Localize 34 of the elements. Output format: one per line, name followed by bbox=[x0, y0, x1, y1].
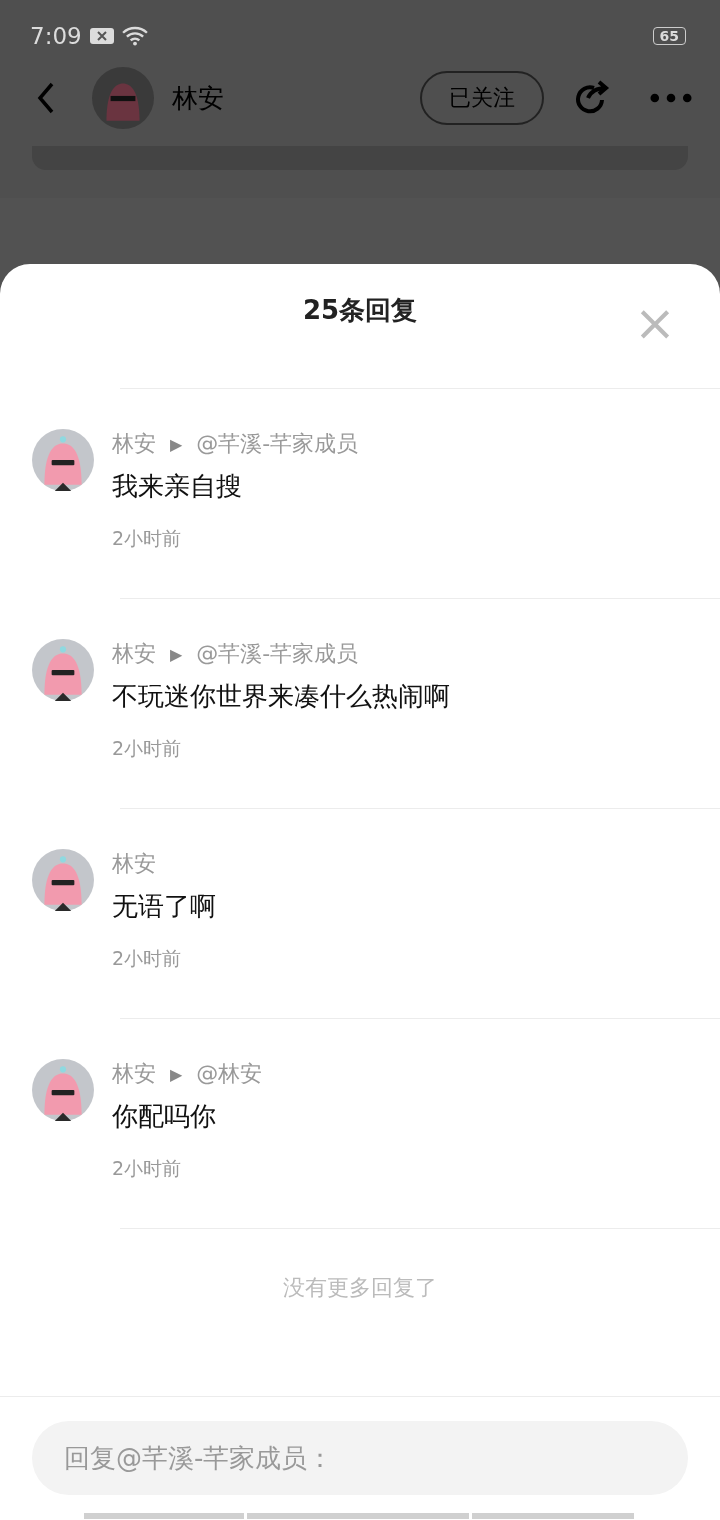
reply-time: 2小时前 bbox=[112, 736, 183, 761]
back-icon[interactable] bbox=[36, 81, 56, 115]
mention-name[interactable]: @芊溪-芊家成员 bbox=[196, 429, 359, 459]
reply-arrow: ▶ bbox=[170, 434, 183, 454]
end-note: 没有更多回复了 bbox=[282, 1274, 438, 1302]
follow-button[interactable]: 已关注 bbox=[420, 71, 544, 125]
reply-arrow: ▶ bbox=[170, 644, 183, 664]
reply-text: 无语了啊 bbox=[112, 890, 216, 923]
author-name[interactable]: 林安 bbox=[112, 429, 156, 459]
avatar-icon[interactable] bbox=[32, 639, 94, 701]
reply-text: 我来亲自搜 bbox=[112, 470, 243, 503]
reply-time: 2小时前 bbox=[112, 946, 183, 971]
reply-time: 2小时前 bbox=[112, 526, 183, 551]
battery-indicator: 65 bbox=[652, 27, 686, 45]
author-name[interactable]: 林安 bbox=[112, 639, 156, 669]
mention-name[interactable]: @芊溪-芊家成员 bbox=[196, 639, 359, 669]
reply-text: 你配吗你 bbox=[112, 1100, 217, 1133]
sim-card-icon bbox=[89, 28, 114, 44]
avatar-icon[interactable] bbox=[32, 429, 94, 491]
close-button[interactable]: × bbox=[634, 298, 676, 348]
reply-arrow: ▶ bbox=[170, 1064, 183, 1084]
mention-name[interactable]: @林安 bbox=[196, 1059, 263, 1089]
reply-field[interactable]: 回复@芊溪-芊家成员： bbox=[32, 1421, 688, 1495]
sheet-title: 25条回复 bbox=[302, 293, 418, 327]
avatar-icon[interactable] bbox=[32, 1059, 94, 1121]
more-icon[interactable] bbox=[650, 93, 692, 103]
status-time: 7:09 bbox=[30, 23, 82, 49]
author-name[interactable]: 林安 bbox=[112, 849, 156, 879]
user-name: 林安 bbox=[172, 81, 224, 115]
reply-time: 2小时前 bbox=[112, 1156, 183, 1181]
author-name[interactable]: 林安 bbox=[112, 1059, 156, 1089]
wifi-icon bbox=[121, 26, 148, 46]
reply-text: 不玩迷你世界来凑什么热闹啊 bbox=[112, 680, 450, 713]
avatar-icon[interactable] bbox=[32, 849, 94, 911]
